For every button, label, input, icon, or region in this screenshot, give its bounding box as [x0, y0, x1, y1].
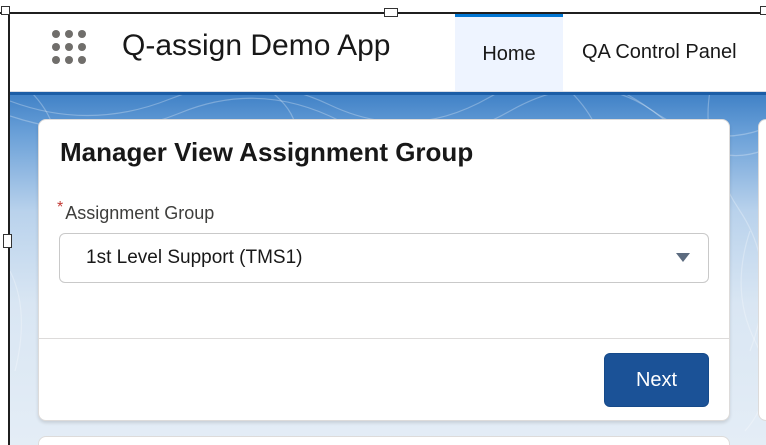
resize-handle-left[interactable] — [3, 234, 12, 248]
assignment-group-select[interactable]: 1st Level Support (TMS1) — [59, 233, 709, 283]
resize-handle-top[interactable] — [384, 8, 398, 17]
tab-home[interactable]: Home — [455, 14, 563, 91]
caret-down-icon — [676, 253, 690, 262]
next-button[interactable]: Next — [604, 353, 709, 407]
adjacent-card-edge — [758, 119, 766, 421]
card-title: Manager View Assignment Group — [60, 137, 474, 167]
assignment-group-card: Manager View Assignment Group * Assignme… — [38, 119, 730, 421]
screenshot-stage: Q-assign Demo App Home QA Control Panel … — [0, 0, 766, 445]
app-launcher-icon[interactable] — [50, 28, 88, 66]
tab-qa-control-panel[interactable]: QA Control Panel — [566, 14, 766, 91]
resize-handle-top-left[interactable] — [1, 6, 10, 15]
app-name: Q-assign Demo App — [122, 29, 391, 62]
assignment-group-label-row: * Assignment Group — [57, 199, 215, 224]
next-card-edge — [38, 436, 730, 445]
selection-frame-top — [0, 12, 766, 14]
resize-handle-top-right[interactable] — [760, 6, 766, 15]
required-marker: * — [57, 199, 64, 216]
card-footer-divider — [39, 338, 729, 339]
assignment-group-selected-value: 1st Level Support (TMS1) — [86, 247, 303, 268]
assignment-group-label: Assignment Group — [65, 202, 215, 223]
selection-frame-left — [8, 12, 10, 445]
